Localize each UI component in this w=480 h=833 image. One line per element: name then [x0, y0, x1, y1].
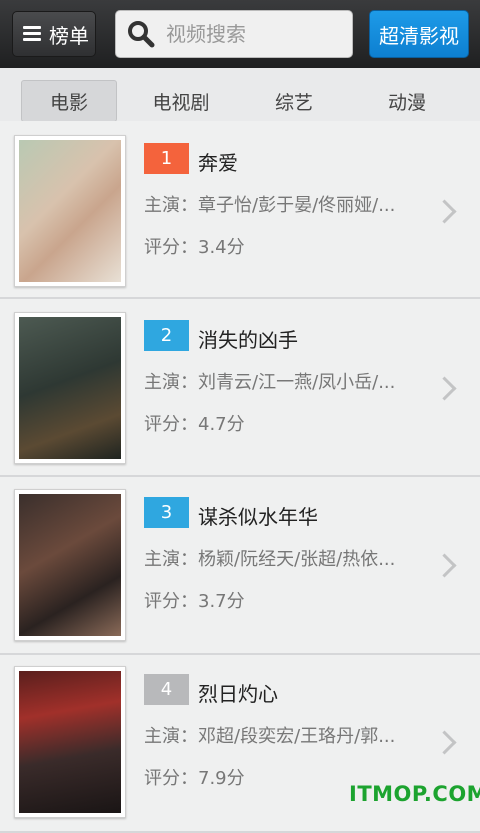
chevron-right-icon	[432, 553, 457, 578]
tab-variety[interactable]: 综艺	[246, 80, 342, 122]
movie-poster	[14, 666, 126, 818]
movie-rating: 评分：7.9分	[144, 768, 245, 789]
menu-icon	[23, 26, 41, 42]
tab-tv-series[interactable]: 电视剧	[133, 80, 229, 122]
movie-rating: 评分：3.4分	[144, 237, 245, 258]
top-bar: 榜单 超清影视	[0, 0, 480, 68]
movie-title: 烈日灼心	[198, 682, 278, 706]
movie-poster	[14, 489, 126, 641]
search-icon	[128, 21, 155, 48]
tab-anime[interactable]: 动漫	[359, 80, 455, 122]
watermark-text: ITMOP.COM	[349, 782, 480, 806]
chevron-right-icon	[432, 376, 457, 401]
rank-badge: 2	[144, 320, 189, 351]
movie-poster	[14, 312, 126, 464]
movie-actors: 主演：章子怡/彭于晏/佟丽娅/...	[144, 195, 396, 216]
movie-list-item[interactable]: 1 奔爱 主演：章子怡/彭于晏/佟丽娅/... 评分：3.4分	[0, 121, 480, 299]
chevron-right-icon	[432, 730, 457, 755]
rank-badge: 1	[144, 143, 189, 174]
movie-rating: 评分：3.7分	[144, 591, 245, 612]
movie-actors: 主演：刘青云/江一燕/凤小岳/...	[144, 372, 396, 393]
movie-list-item[interactable]: 3 谋杀似水年华 主演：杨颖/阮经天/张超/热依... 评分：3.7分	[0, 477, 480, 655]
movie-title: 消失的凶手	[198, 328, 298, 352]
rank-list-label: 榜单	[49, 23, 89, 48]
chevron-right-icon	[432, 199, 457, 224]
movie-actors: 主演：杨颖/阮经天/张超/热依...	[144, 549, 396, 570]
tab-movie[interactable]: 电影	[21, 80, 117, 122]
search-input[interactable]	[164, 21, 348, 47]
rank-list-button[interactable]: 榜单	[12, 11, 96, 57]
movie-list-item[interactable]: 4 烈日灼心 主演：邓超/段奕宏/王珞丹/郭... 评分：7.9分	[0, 655, 480, 833]
movie-rating: 评分：4.7分	[144, 414, 245, 435]
hd-video-button[interactable]: 超清影视	[369, 10, 469, 58]
movie-title: 谋杀似水年华	[198, 505, 318, 529]
rank-badge: 3	[144, 497, 189, 528]
rank-badge: 4	[144, 674, 189, 705]
movie-list-item[interactable]: 2 消失的凶手 主演：刘青云/江一燕/凤小岳/... 评分：4.7分	[0, 299, 480, 477]
movie-title: 奔爱	[198, 151, 238, 175]
search-box[interactable]	[115, 10, 353, 58]
movie-poster	[14, 135, 126, 287]
movie-actors: 主演：邓超/段奕宏/王珞丹/郭...	[144, 726, 396, 747]
